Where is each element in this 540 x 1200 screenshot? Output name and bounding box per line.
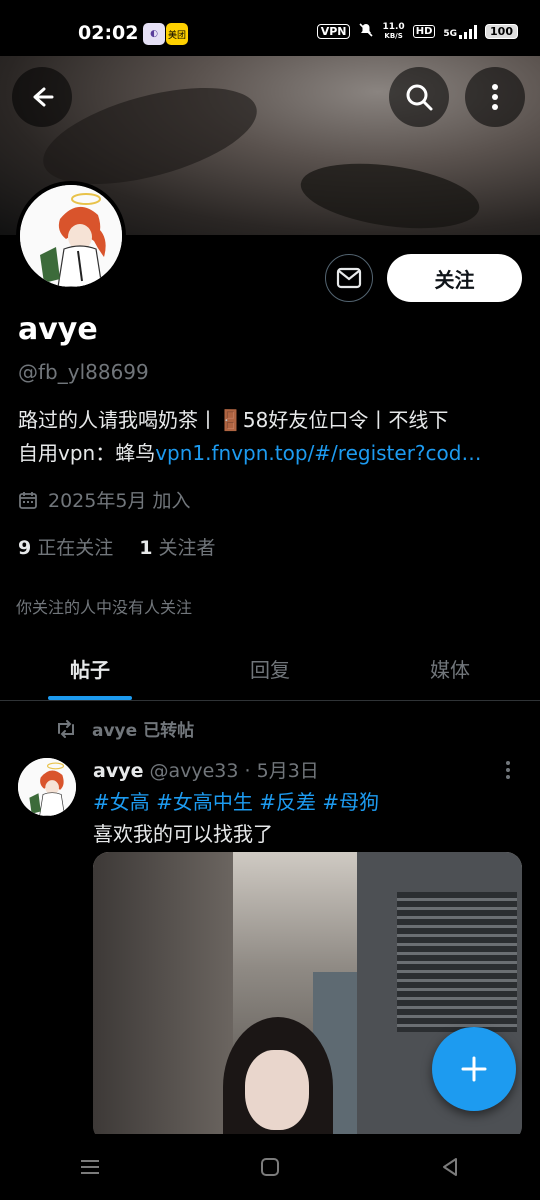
- post-more-button[interactable]: [505, 760, 511, 785]
- following-count: 9: [18, 537, 32, 559]
- calendar-icon: [19, 491, 37, 509]
- bio-line-1: 路过的人请我喝奶茶丨🚪58好友位口令丨不线下: [18, 408, 449, 432]
- network-speed: 11.0 KB/S: [382, 21, 405, 41]
- followers-link[interactable]: 1 关注者: [139, 533, 215, 560]
- follow-button[interactable]: 关注: [387, 254, 522, 302]
- post-author-name[interactable]: avye: [93, 760, 143, 782]
- post-header: avye @avye33 · 5月3日: [93, 756, 319, 783]
- repost-label: avye 已转帖: [92, 721, 195, 741]
- status-indicators: VPN 11.0 KB/S HD 5G 100: [316, 21, 518, 41]
- repost-indicator: avye 已转帖: [54, 716, 194, 741]
- tab-replies[interactable]: 回复: [180, 640, 360, 700]
- network-label: 5G: [443, 28, 458, 39]
- menu-icon[interactable]: [79, 1157, 101, 1177]
- bio-line-2: 自用vpn：蜂鸟vpn1.fnvpn.top/#/register?cod…: [18, 437, 508, 470]
- back-arrow-icon: [33, 87, 54, 107]
- profile-handle: @fb_yl88699: [18, 360, 149, 384]
- status-bar: 02:02 ◐ 美团 VPN 11.0 KB/S HD 5G 100: [0, 0, 540, 56]
- signal-icon: [459, 24, 478, 39]
- follow-stats: 9 正在关注 1 关注者: [18, 533, 216, 560]
- app-notification-icon: ◐: [143, 23, 165, 45]
- speed-value: 11.0: [382, 21, 405, 32]
- search-button[interactable]: [389, 67, 449, 127]
- joined-label: 2025年5月 加入: [48, 490, 191, 512]
- bio-link[interactable]: vpn1.fnvpn.top/#/register?cod…: [155, 441, 481, 465]
- system-nav-bar: [0, 1134, 540, 1200]
- home-icon[interactable]: [259, 1156, 281, 1178]
- vpn-indicator: VPN: [316, 24, 351, 39]
- back-triangle-icon[interactable]: [439, 1156, 461, 1178]
- back-button[interactable]: [12, 67, 72, 127]
- avatar-illustration-small: [18, 758, 76, 816]
- mail-icon: [336, 267, 362, 289]
- battery-indicator: 100: [485, 24, 518, 39]
- post-author-avatar[interactable]: [18, 758, 76, 816]
- profile-bio: 路过的人请我喝奶茶丨🚪58好友位口令丨不线下 自用vpn：蜂鸟vpn1.fnvp…: [18, 404, 508, 470]
- plus-icon: [461, 1056, 487, 1082]
- compose-button[interactable]: [432, 1027, 516, 1111]
- avatar-illustration: [20, 185, 122, 287]
- profile-avatar[interactable]: [16, 181, 126, 291]
- repost-icon: [58, 719, 74, 738]
- meituan-notification-icon: 美团: [166, 23, 188, 45]
- mute-icon: [358, 22, 374, 41]
- joined-date: 2025年5月 加入: [18, 486, 190, 513]
- more-vertical-icon: [506, 761, 510, 779]
- profile-tabs: 帖子 回复 媒体: [0, 640, 540, 701]
- following-link[interactable]: 9 正在关注: [18, 533, 113, 560]
- bio-prefix: 自用vpn：蜂鸟: [18, 441, 156, 465]
- tab-posts[interactable]: 帖子: [0, 640, 180, 700]
- status-time: 02:02: [78, 22, 139, 44]
- post-text: 喜欢我的可以找我了: [93, 822, 273, 846]
- mutual-followers-note: 你关注的人中没有人关注: [16, 598, 193, 617]
- speed-unit: KB/S: [384, 31, 403, 40]
- more-options-button[interactable]: [465, 67, 525, 127]
- following-label: 正在关注: [37, 537, 114, 559]
- hd-indicator: HD: [412, 25, 436, 38]
- post-hashtags[interactable]: #女高 #女高中生 #反差 #母狗: [93, 786, 379, 815]
- profile-name: avye: [18, 312, 98, 347]
- search-icon: [406, 84, 433, 111]
- message-button[interactable]: [325, 254, 373, 302]
- network-type: 5G: [443, 24, 478, 39]
- tab-media[interactable]: 媒体: [360, 640, 540, 700]
- more-vertical-icon: [492, 84, 498, 110]
- post-meta: @avye33 · 5月3日: [149, 760, 319, 782]
- followers-count: 1: [139, 537, 153, 559]
- followers-label: 关注者: [158, 537, 216, 559]
